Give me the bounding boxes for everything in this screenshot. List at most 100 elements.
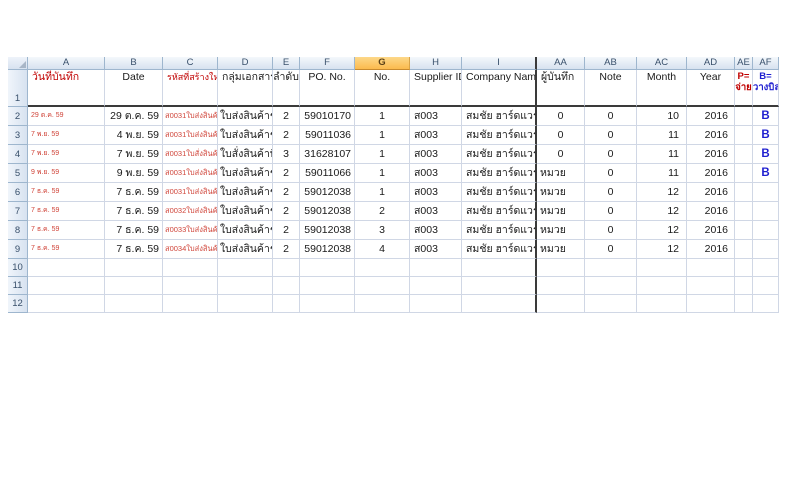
cell-F8[interactable]: 59012038 [300,221,355,240]
cell-A9[interactable]: 7 ธ.ค. 59 [28,240,105,259]
cell-G3[interactable]: 1 [355,126,410,145]
cell-AA7[interactable]: หมวย [537,202,585,221]
column-header-E[interactable]: E [273,57,300,70]
cell-AD10[interactable] [687,259,735,277]
cell-AD9[interactable]: 2016 [687,240,735,259]
cell-C4[interactable]: ส0031ใบสั่งสินค้ [163,145,218,164]
cell-G6[interactable]: 1 [355,183,410,202]
row-header-4[interactable]: 4 [8,145,28,164]
cell-AF11[interactable] [753,277,779,295]
cell-AB6[interactable]: 0 [585,183,637,202]
cell-H8[interactable]: ส003 [410,221,462,240]
cell-AD8[interactable]: 2016 [687,221,735,240]
header-cell-AD[interactable]: Year [687,70,735,107]
cell-AA12[interactable] [537,295,585,313]
row-header-12[interactable]: 12 [8,295,28,313]
cell-H12[interactable] [410,295,462,313]
cell-E7[interactable]: 2 [273,202,300,221]
cell-G10[interactable] [355,259,410,277]
cell-AB2[interactable]: 0 [585,107,637,126]
cell-F5[interactable]: 59011066 [300,164,355,183]
cell-AA6[interactable]: หมวย [537,183,585,202]
row-header-8[interactable]: 8 [8,221,28,240]
cell-AC3[interactable]: 11 [637,126,687,145]
cell-D4[interactable]: ใบสั่งสินค้าที่ [218,145,273,164]
cell-H7[interactable]: ส003 [410,202,462,221]
row-header-9[interactable]: 9 [8,240,28,259]
cell-AA11[interactable] [537,277,585,295]
header-cell-D[interactable]: กลุ่มเอกสาร [218,70,273,107]
cell-H3[interactable]: ส003 [410,126,462,145]
row-header-2[interactable]: 2 [8,107,28,126]
cell-A6[interactable]: 7 ธ.ค. 59 [28,183,105,202]
column-header-AA[interactable]: AA [537,57,585,70]
header-cell-F[interactable]: PO. No. [300,70,355,107]
cell-I5[interactable]: สมชัย ฮาร์ดแวร์ [462,164,537,183]
row-header-1[interactable]: 1 [8,70,28,107]
cell-A2[interactable]: 29 ต.ค. 59 [28,107,105,126]
cell-G7[interactable]: 2 [355,202,410,221]
cell-E2[interactable]: 2 [273,107,300,126]
cell-F9[interactable]: 59012038 [300,240,355,259]
column-header-F[interactable]: F [300,57,355,70]
cell-H4[interactable]: ส003 [410,145,462,164]
cell-E10[interactable] [273,259,300,277]
cell-E11[interactable] [273,277,300,295]
cell-E9[interactable]: 2 [273,240,300,259]
cell-AC12[interactable] [637,295,687,313]
row-header-11[interactable]: 11 [8,277,28,295]
cell-A10[interactable] [28,259,105,277]
cell-AC5[interactable]: 11 [637,164,687,183]
cell-D11[interactable] [218,277,273,295]
cell-B4[interactable]: 7 พ.ย. 59 [105,145,163,164]
row-header-10[interactable]: 10 [8,259,28,277]
header-cell-I[interactable]: Company Name [462,70,537,107]
cell-AA5[interactable]: หมวย [537,164,585,183]
column-header-G[interactable]: G [355,57,410,70]
cell-F2[interactable]: 59010170 [300,107,355,126]
cell-AE9[interactable] [735,240,753,259]
cell-AF7[interactable] [753,202,779,221]
cell-H10[interactable] [410,259,462,277]
cell-C8[interactable]: ส0033ใบส่งสินค้ [163,221,218,240]
cell-H5[interactable]: ส003 [410,164,462,183]
cell-AE11[interactable] [735,277,753,295]
cell-F10[interactable] [300,259,355,277]
cell-E5[interactable]: 2 [273,164,300,183]
cell-H2[interactable]: ส003 [410,107,462,126]
header-cell-AA[interactable]: ผู้บันทึก [537,70,585,107]
cell-AF8[interactable] [753,221,779,240]
cell-I4[interactable]: สมชัย ฮาร์ดแวร์ [462,145,537,164]
cell-H6[interactable]: ส003 [410,183,462,202]
cell-I8[interactable]: สมชัย ฮาร์ดแวร์ [462,221,537,240]
cell-F4[interactable]: 31628107 [300,145,355,164]
cell-B3[interactable]: 4 พ.ย. 59 [105,126,163,145]
cell-C5[interactable]: ส0031ใบส่งสินค้ [163,164,218,183]
cell-F6[interactable]: 59012038 [300,183,355,202]
cell-B8[interactable]: 7 ธ.ค. 59 [105,221,163,240]
cell-AC4[interactable]: 11 [637,145,687,164]
cell-H9[interactable]: ส003 [410,240,462,259]
cell-AE7[interactable] [735,202,753,221]
header-cell-A[interactable]: วันที่บันทึก [28,70,105,107]
cell-AB5[interactable]: 0 [585,164,637,183]
header-cell-G[interactable]: No. [355,70,410,107]
cell-A11[interactable] [28,277,105,295]
cell-AC8[interactable]: 12 [637,221,687,240]
cell-AF10[interactable] [753,259,779,277]
cell-AC6[interactable]: 12 [637,183,687,202]
cell-E12[interactable] [273,295,300,313]
cell-AA2[interactable]: 0 [537,107,585,126]
cell-F11[interactable] [300,277,355,295]
cell-A5[interactable]: 9 พ.ย. 59 [28,164,105,183]
column-header-AF[interactable]: AF [753,57,779,70]
cell-AD7[interactable]: 2016 [687,202,735,221]
cell-AC10[interactable] [637,259,687,277]
cell-B7[interactable]: 7 ธ.ค. 59 [105,202,163,221]
cell-I9[interactable]: สมชัย ฮาร์ดแวร์ [462,240,537,259]
cell-C12[interactable] [163,295,218,313]
cell-AD6[interactable]: 2016 [687,183,735,202]
cell-C3[interactable]: ส0031ใบส่งสินค้ [163,126,218,145]
cell-B12[interactable] [105,295,163,313]
cell-AC7[interactable]: 12 [637,202,687,221]
